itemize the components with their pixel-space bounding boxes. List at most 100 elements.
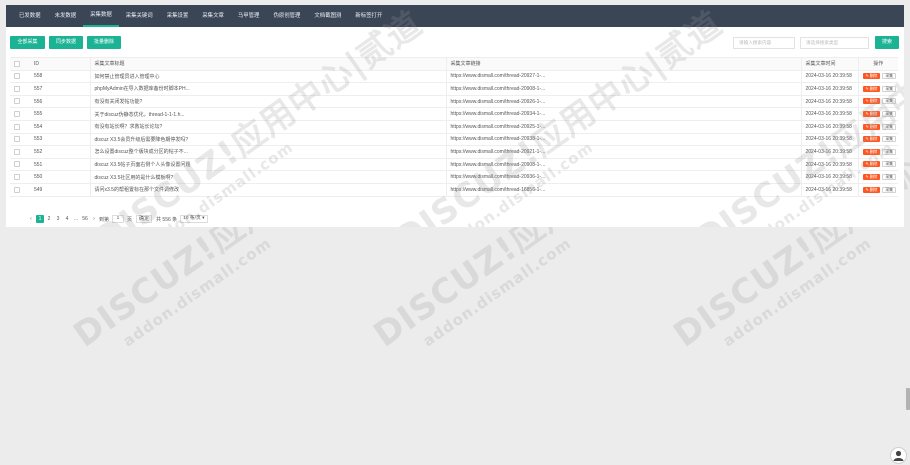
row-delete-button[interactable]: ✎ 删除 (862, 73, 881, 80)
row-collect-button[interactable]: 采集 (882, 123, 896, 130)
row-select-cell[interactable] (10, 133, 30, 147)
row-url[interactable]: https://www.dismall.com/thread-20925-1-.… (445, 120, 801, 134)
pager-confirm-button[interactable]: 确定 (136, 215, 153, 223)
row-select-cell[interactable] (10, 107, 30, 121)
nav-tab-doc-screenshot[interactable]: 文档截图测 (307, 5, 348, 27)
row-url[interactable]: https://www.dismall.com/thread-20926-1-.… (445, 95, 801, 109)
row-url[interactable]: https://www.dismall.com/thread-20921-1-.… (445, 145, 801, 159)
pager-page-4[interactable]: 4 (63, 215, 71, 223)
nav-tab-published[interactable]: 已发数据 (12, 5, 48, 27)
row-collect-button[interactable]: 采集 (882, 173, 896, 180)
nav-tab-collected[interactable]: 采集数据 (83, 5, 119, 27)
pager-page-unit: 页 (127, 216, 133, 223)
row-select-cell[interactable] (10, 120, 30, 134)
select-all-checkbox[interactable] (14, 60, 20, 67)
pager-size-select[interactable]: 10 条/页 ▾ (180, 215, 208, 223)
row-checkbox[interactable] (14, 148, 20, 155)
row-collect-button[interactable]: 采集 (882, 73, 896, 80)
row-delete-label: 删除 (869, 86, 878, 91)
row-select-cell[interactable] (10, 145, 30, 159)
search-button[interactable]: 搜索 (875, 36, 899, 49)
row-checkbox[interactable] (14, 173, 20, 180)
row-delete-button[interactable]: ✎ 删除 (862, 161, 881, 168)
nav-tab-settings[interactable]: 采集设置 (160, 5, 196, 27)
row-url[interactable]: https://www.dismall.com/thread-20936-1-.… (445, 170, 801, 184)
row-checkbox[interactable] (14, 98, 20, 105)
row-checkbox[interactable] (14, 111, 20, 117)
row-title: discuz X3.5社区用的是什么模板啊? (89, 170, 446, 184)
pager-ellipsis: ... (73, 216, 79, 222)
row-delete-button[interactable]: ✎ 删除 (862, 85, 881, 92)
row-select-cell[interactable] (10, 70, 30, 84)
row-time: 2024-03-16 20:39:58 (800, 70, 858, 84)
row-select-cell[interactable] (10, 183, 30, 197)
row-delete-button[interactable]: ✎ 删除 (862, 111, 881, 117)
row-collect-button[interactable]: 采集 (882, 161, 896, 168)
row-url[interactable]: https://www.dismall.com/thread-16856-1-.… (445, 183, 801, 197)
row-select-cell[interactable] (10, 170, 30, 184)
select-all-cell[interactable] (10, 57, 30, 71)
pager-page-2[interactable]: 2 (45, 215, 53, 223)
row-time: 2024-03-16 20:39:58 (800, 133, 858, 147)
pager-page-1[interactable]: 1 (36, 215, 44, 223)
row-url[interactable]: https://www.dismall.com/thread-20908-1-.… (445, 82, 801, 96)
row-checkbox[interactable] (14, 73, 20, 80)
row-delete-button[interactable]: ✎ 删除 (862, 148, 881, 155)
search-input[interactable]: 请输入搜索内容 (733, 37, 795, 49)
row-collect-button[interactable]: 采集 (882, 85, 896, 92)
row-delete-button[interactable]: ✎ 删除 (862, 136, 881, 143)
avatar[interactable] (890, 447, 907, 464)
row-url[interactable]: https://www.dismall.com/thread-20938-1-.… (445, 133, 801, 147)
table-row: 557 phpMyAdmin在导入数据库备份时脚本PH... https://www… (10, 82, 898, 96)
row-select-cell[interactable] (10, 95, 30, 109)
row-checkbox[interactable] (14, 85, 20, 92)
row-collect-button[interactable]: 采集 (882, 148, 896, 155)
row-delete-button[interactable]: ✎ 删除 (862, 123, 881, 130)
row-select-cell[interactable] (10, 82, 30, 96)
pager-next[interactable]: › (90, 215, 98, 223)
row-collect-button[interactable]: 采集 (882, 111, 896, 117)
row-delete-button[interactable]: ✎ 删除 (862, 98, 881, 105)
row-time: 2024-03-16 20:39:58 (800, 120, 858, 134)
row-actions: ✎ 删除 采集 (857, 95, 898, 109)
nav-tab-new-tab[interactable]: 新标签打开 (348, 5, 389, 27)
nav-tab-vest[interactable]: 马甲管理 (231, 5, 267, 27)
row-checkbox[interactable] (14, 186, 20, 193)
row-actions: ✎ 删除 采集 (857, 120, 898, 134)
row-checkbox[interactable] (14, 161, 20, 168)
pager-prev[interactable]: ‹ (27, 215, 35, 223)
pager-goto-input[interactable]: 1 (112, 215, 125, 223)
row-delete-label: 删除 (869, 124, 878, 129)
row-actions: ✎ 删除 采集 (857, 145, 898, 159)
row-checkbox[interactable] (14, 123, 20, 130)
row-url[interactable]: https://www.dismall.com/thread-20927-1-.… (445, 70, 801, 84)
row-delete-button[interactable]: ✎ 删除 (862, 186, 881, 193)
row-title: 有没有站长啊？求救站长论坛? (89, 120, 446, 134)
pager-page-last[interactable]: 56 (81, 215, 89, 223)
row-collect-button[interactable]: 采集 (882, 98, 896, 105)
pager-page-3[interactable]: 3 (54, 215, 62, 223)
row-time: 2024-03-16 20:39:58 (800, 95, 858, 109)
sync-data-button[interactable]: 同步数据 (49, 36, 83, 49)
row-title: phpMyAdmin在导入数据库备份时脚本PH... (89, 82, 446, 96)
row-delete-label: 删除 (869, 149, 878, 154)
row-title: 有没有关闭发帖功能? (89, 95, 446, 109)
nav-tab-pseudo-original[interactable]: 伪原创管理 (266, 5, 307, 27)
row-collect-button[interactable]: 采集 (882, 186, 896, 193)
row-select-cell[interactable] (10, 158, 30, 172)
row-checkbox[interactable] (14, 136, 20, 143)
row-url[interactable]: https://www.dismall.com/thread-20908-1-.… (445, 158, 801, 172)
table-row: 555 关于discuz伪静态优化，thread-1-1-1.h... https:… (10, 107, 898, 121)
row-url[interactable]: https://www.dismall.com/thread-20934-1-.… (445, 107, 801, 121)
row-title: 请问x3.5的帮租置标在那个文件调修改 (89, 183, 446, 197)
scrollbar-thumb[interactable] (906, 388, 910, 410)
nav-tab-unpublished[interactable]: 未发数据 (48, 5, 84, 27)
search-type-select[interactable]: 请选择搜索类型 (800, 37, 869, 49)
nav-tab-keywords[interactable]: 采集关键词 (119, 5, 160, 27)
row-collect-button[interactable]: 采集 (882, 136, 896, 143)
batch-delete-button[interactable]: 批量删除 (87, 36, 121, 49)
nav-tab-articles[interactable]: 采集文章 (195, 5, 231, 27)
row-id: 558 (30, 70, 90, 84)
collect-all-button[interactable]: 全部采集 (10, 36, 45, 49)
row-delete-button[interactable]: ✎ 删除 (862, 173, 881, 180)
